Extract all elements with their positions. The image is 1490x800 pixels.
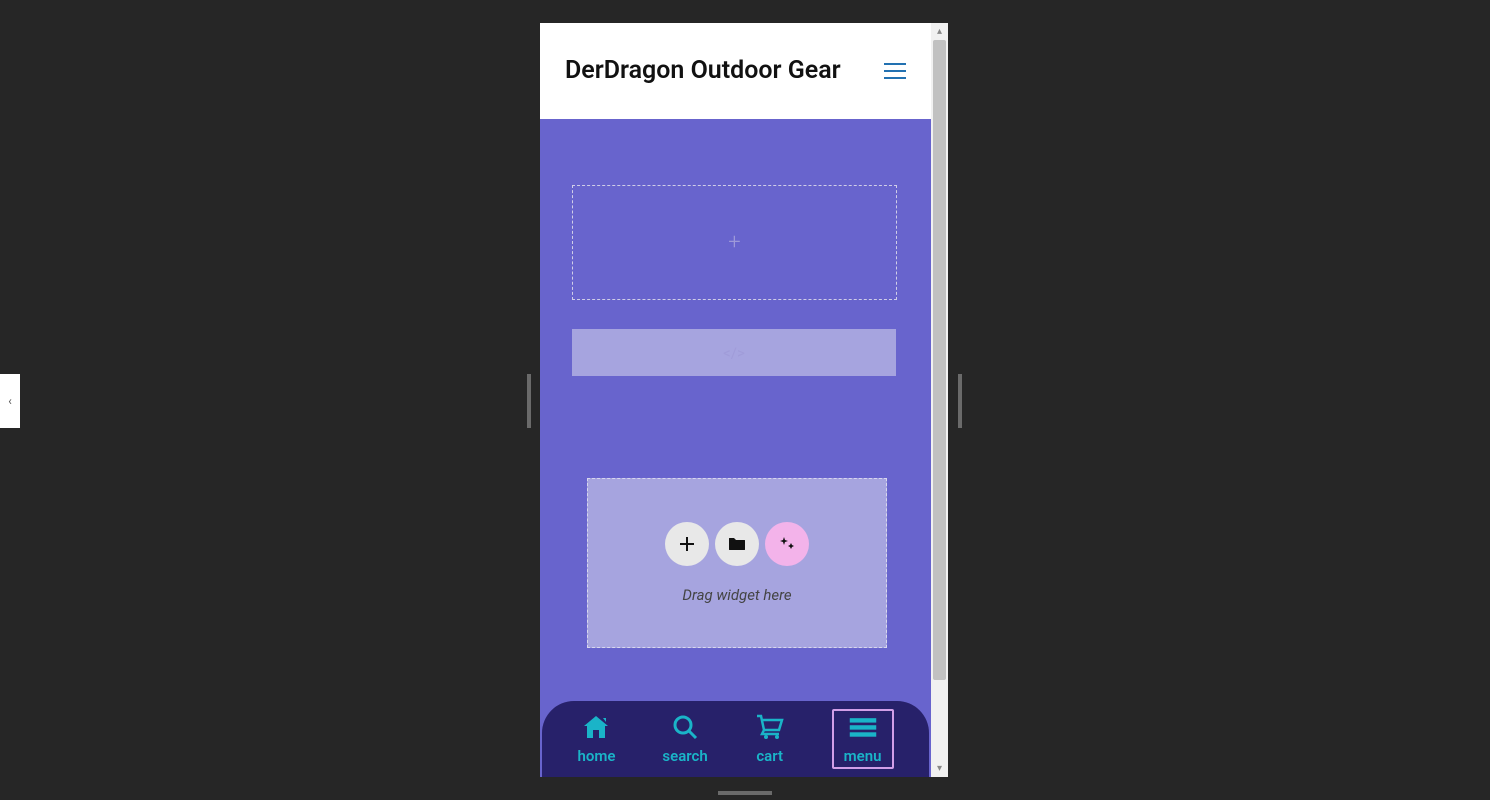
nav-label: menu [844,747,882,765]
add-widget-button[interactable] [665,522,709,566]
home-icon [581,713,611,741]
resize-handle-left[interactable] [527,374,531,428]
code-block-placeholder[interactable]: </> [572,329,896,376]
plus-icon: + [728,230,740,255]
code-icon: </> [723,344,745,362]
nav-label: home [577,747,615,765]
nav-label: search [662,747,707,765]
nav-label: cart [756,747,783,765]
widget-drop-hint: Drag widget here [682,586,791,604]
nav-menu[interactable]: menu [832,709,894,769]
left-panel-expand[interactable]: ‹ [0,374,20,428]
app-title: DerDragon Outdoor Gear [565,55,841,88]
app-header: DerDragon Outdoor Gear [540,23,931,119]
chevron-left-icon: ‹ [8,394,12,408]
scrollbar-thumb[interactable] [933,40,946,680]
browse-widget-button[interactable] [715,522,759,566]
search-icon [670,713,700,741]
scrollbar[interactable]: ▴ ▾ [931,23,948,777]
menu-icon[interactable] [884,63,906,79]
resize-handle-bottom[interactable] [718,791,772,795]
preview-frame: ▴ ▾ DerDragon Outdoor Gear + </> [540,23,948,777]
ai-widget-button[interactable] [765,522,809,566]
bottom-navigation: home search cart menu [542,701,929,777]
bars-icon [848,713,878,741]
plus-icon [679,536,695,552]
nav-search[interactable]: search [662,713,707,765]
nav-cart[interactable]: cart [755,713,785,765]
scroll-up-icon[interactable]: ▴ [931,23,948,40]
resize-handle-right[interactable] [958,374,962,428]
content-area: + </> Drag widget here [540,119,931,777]
cart-icon [755,713,785,741]
folder-icon [728,537,746,551]
sparkles-icon [778,535,796,553]
scroll-down-icon[interactable]: ▾ [931,760,948,777]
nav-home[interactable]: home [577,713,615,765]
widget-actions [665,522,809,566]
widget-drop-zone[interactable]: Drag widget here [587,478,887,648]
add-block-zone[interactable]: + [572,185,897,300]
